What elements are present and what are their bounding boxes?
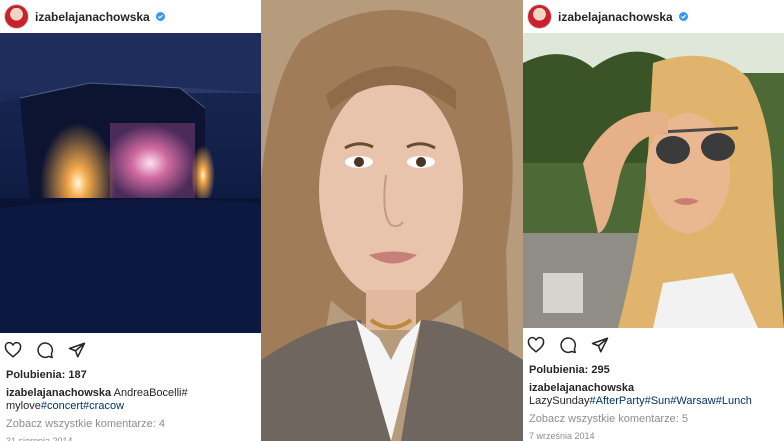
avatar[interactable] bbox=[527, 4, 552, 29]
post-header: izabelajanachowska bbox=[523, 0, 784, 33]
hashtag-link[interactable]: #Warsaw bbox=[670, 395, 715, 407]
likes-count[interactable]: Polubienia: 187 bbox=[0, 367, 261, 383]
avatar[interactable] bbox=[4, 4, 29, 29]
caption-text-line2: mylove bbox=[6, 400, 41, 412]
hashtag-link[interactable]: #AfterParty bbox=[590, 395, 645, 407]
share-icon[interactable] bbox=[591, 336, 609, 354]
comment-icon[interactable] bbox=[36, 341, 54, 359]
share-icon[interactable] bbox=[68, 341, 86, 359]
hashtag-link[interactable]: #Sun bbox=[645, 395, 671, 407]
caption-text: LazySunday bbox=[529, 395, 590, 407]
selfie-photo bbox=[261, 0, 523, 441]
post-caption: izabelajanachowska LazySunday#AfterParty… bbox=[523, 378, 784, 408]
view-comments-link[interactable]: Zobacz wszystkie komentarze: 4 bbox=[0, 413, 261, 430]
comment-icon[interactable] bbox=[559, 336, 577, 354]
username[interactable]: izabelajanachowska bbox=[35, 10, 150, 24]
hashtag-link[interactable]: #Lunch bbox=[716, 395, 752, 407]
post-caption: izabelajanachowska AndreaBocelli# mylove… bbox=[0, 383, 261, 413]
left-post: izabelajanachowska Polubienia: 187 izabe… bbox=[0, 0, 261, 441]
heart-icon[interactable] bbox=[4, 341, 22, 359]
post-header: izabelajanachowska bbox=[0, 0, 261, 33]
park-scene bbox=[523, 33, 784, 328]
username[interactable]: izabelajanachowska bbox=[558, 10, 673, 24]
post-photo-concert[interactable] bbox=[0, 33, 261, 333]
view-comments-link[interactable]: Zobacz wszystkie komentarze: 5 bbox=[523, 408, 784, 425]
heart-icon[interactable] bbox=[527, 336, 545, 354]
hashtag-link[interactable]: #cracow bbox=[83, 400, 124, 412]
post-date: 7 września 2014 bbox=[529, 431, 595, 441]
post-actions bbox=[0, 333, 261, 367]
post-date: 31 sierpnia 2014 bbox=[6, 436, 73, 441]
likes-count[interactable]: Polubienia: 295 bbox=[523, 362, 784, 378]
post-photo-sunglasses[interactable] bbox=[523, 33, 784, 328]
caption-text: AndreaBocelli# bbox=[113, 387, 188, 399]
selfie-scene bbox=[261, 0, 523, 441]
caption-username[interactable]: izabelajanachowska bbox=[6, 387, 111, 399]
hashtag-link[interactable]: #concert bbox=[41, 400, 83, 412]
verified-badge-icon bbox=[678, 12, 688, 21]
verified-badge-icon bbox=[155, 12, 165, 21]
concert-scene bbox=[0, 33, 261, 333]
caption-username[interactable]: izabelajanachowska bbox=[529, 382, 634, 394]
post-actions bbox=[523, 328, 784, 362]
right-post: izabelajanachowska Polubienia: 295 izabe bbox=[523, 0, 784, 441]
portrait-photo bbox=[261, 0, 523, 441]
